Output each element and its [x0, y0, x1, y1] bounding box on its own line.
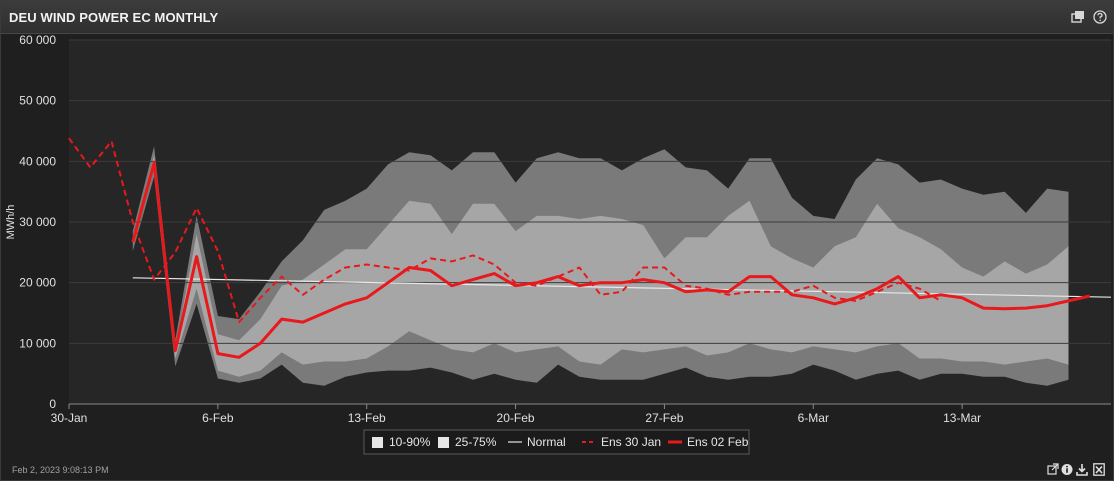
chart-widget: DEU WIND POWER EC MONTHLY MWh/h 0 10 000 2… [0, 0, 1114, 481]
legend-label-normal: Normal [527, 435, 566, 449]
maximize-icon[interactable] [1071, 10, 1085, 24]
legend-label-10-90-: 10-90% [389, 435, 431, 449]
legend-swatch-25-75- [438, 437, 449, 448]
legend-swatch-10-90- [372, 437, 383, 448]
y-tick-label: 0 [49, 397, 56, 411]
y-tick-label: 50 000 [19, 94, 56, 108]
wind-power-chart: MWh/h 0 10 000 20 000 30 000 40 000 50 000 60 … [5, 33, 1112, 455]
widget-footer: Feb 2, 2023 9:08:13 PM [1, 460, 1113, 480]
y-tick-label: 30 000 [19, 215, 56, 229]
legend-label-ens-30-jan: Ens 30 Jan [601, 435, 661, 449]
widget-header: DEU WIND POWER EC MONTHLY [1, 1, 1113, 34]
x-tick-label: 6-Feb [202, 411, 234, 425]
y-tick-label: 60 000 [19, 34, 56, 47]
timestamp: Feb 2, 2023 9:08:13 PM [12, 465, 109, 475]
download-icon[interactable] [1076, 463, 1088, 476]
x-tick-label: 13-Feb [348, 411, 386, 425]
x-tick-label: 27-Feb [645, 411, 683, 425]
y-axis-label: MWh/h [5, 205, 17, 240]
export-excel-icon[interactable] [1093, 463, 1105, 476]
legend: 10-90% 25-75% Normal Ens 30 Jan Ens 02 Feb [363, 429, 750, 455]
x-tick-label: 13-Mar [943, 411, 981, 425]
x-tick-label: 30-Jan [51, 411, 88, 425]
x-tick-label: 20-Feb [497, 411, 535, 425]
x-tick-label: 6-Mar [798, 411, 829, 425]
legend-label-ens-02-feb: Ens 02 Feb [687, 435, 749, 449]
y-tick-label: 20 000 [19, 276, 56, 290]
chart-area: MWh/h 0 10 000 20 000 30 000 40 000 50 000 60 … [1, 33, 1113, 461]
legend-label-25-75-: 25-75% [455, 435, 497, 449]
y-tick-label: 40 000 [19, 154, 56, 168]
open-external-icon[interactable] [1047, 463, 1059, 476]
widget-title: DEU WIND POWER EC MONTHLY [9, 10, 219, 25]
info-icon[interactable] [1061, 463, 1073, 476]
y-tick-label: 10 000 [19, 336, 56, 350]
help-icon[interactable] [1093, 10, 1107, 24]
